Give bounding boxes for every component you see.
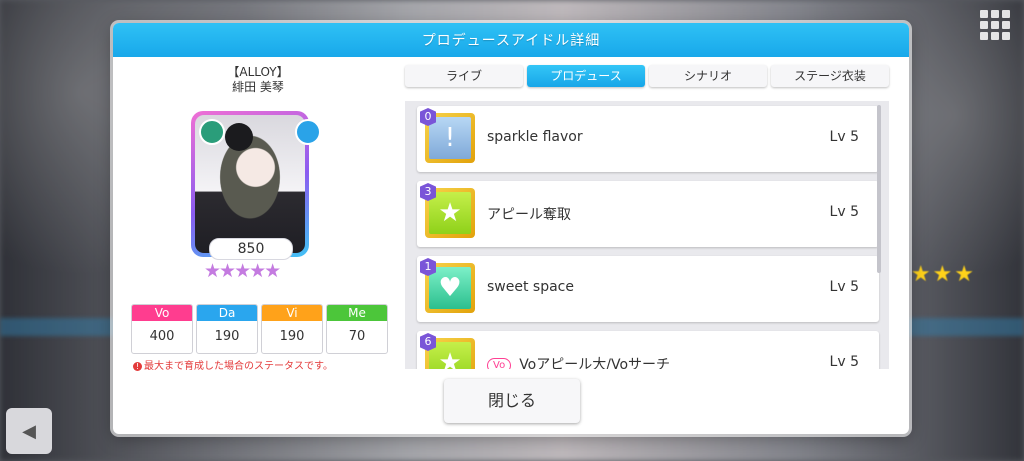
stat-label: Da: [197, 305, 257, 321]
skill-level: Lv 5: [829, 354, 859, 369]
scrollbar[interactable]: [877, 105, 881, 273]
skill-name: アピール奪取: [487, 207, 571, 223]
skill-list[interactable]: ! 0 sparkle flavor Lv 5 ★ 3 アピール奪取 Lv 5 …: [405, 101, 889, 369]
back-button[interactable]: ◀: [6, 408, 52, 454]
alert-icon: !: [133, 361, 142, 371]
star-icon: ★: [429, 192, 471, 234]
stat-label: Vo: [132, 305, 192, 321]
type-badge-icon: [295, 119, 321, 145]
menu-grid-icon[interactable]: [980, 10, 1010, 40]
dialog-title: プロデュースアイドル詳細: [421, 33, 601, 49]
skill-row[interactable]: ★ 3 アピール奪取 Lv 5: [417, 181, 879, 247]
skill-name: sweet space: [487, 279, 574, 295]
skill-number: 3: [420, 183, 436, 201]
stat-vo: Vo 400: [131, 304, 193, 354]
vo-tag: Vo: [487, 357, 512, 369]
stat-value: 400: [149, 329, 175, 344]
stat-label: Vi: [262, 305, 322, 321]
attribute-badge-icon: [199, 119, 225, 145]
background-stars: ★★★: [910, 262, 976, 287]
dialog-header: プロデュースアイドル詳細: [113, 23, 909, 57]
rank-stars: ★★★★★: [204, 260, 281, 282]
exclamation-icon: !: [429, 117, 471, 159]
skill-level: Lv 5: [829, 279, 859, 295]
idol-info: 【ALLOY】 緋田 美琴: [113, 65, 403, 95]
skill-level: Lv 5: [829, 204, 859, 220]
skill-name-text: Voアピール大/Voサーチ: [519, 357, 671, 369]
idol-name: 緋田 美琴: [232, 80, 284, 94]
idol-unit-label: 【ALLOY】: [227, 65, 289, 79]
tab-scenario[interactable]: シナリオ: [649, 65, 767, 87]
skill-row[interactable]: ★ 6 Vo Voアピール大/Voサーチ Lv 5: [417, 331, 879, 369]
stat-me: Me 70: [326, 304, 388, 354]
stat-value: 70: [348, 329, 366, 344]
idol-detail-dialog: プロデュースアイドル詳細 【ALLOY】 緋田 美琴 850 ★★★★★ Vo …: [113, 23, 909, 434]
tab-stage-costume[interactable]: ステージ衣装: [771, 65, 889, 87]
skill-name: sparkle flavor: [487, 129, 583, 145]
stat-value: 190: [279, 329, 305, 344]
heart-icon: ♥: [429, 267, 471, 309]
stats-table: Vo 400 Da 190 Vi 190 Me 70: [131, 304, 388, 354]
stat-value: 190: [214, 329, 240, 344]
tab-live[interactable]: ライブ: [405, 65, 523, 87]
skill-number: 1: [420, 258, 436, 276]
skill-number: 6: [420, 333, 436, 351]
stat-vi: Vi 190: [261, 304, 323, 354]
skill-name: Vo Voアピール大/Voサーチ: [487, 354, 670, 369]
tab-bar: ライブ プロデュース シナリオ ステージ衣装: [405, 65, 889, 87]
skill-number: 0: [420, 108, 436, 126]
tab-produce[interactable]: プロデュース: [527, 65, 645, 87]
stat-label: Me: [327, 305, 387, 321]
status-note-text: 最大まで育成した場合のステータスです。: [144, 361, 333, 372]
skill-row[interactable]: ♥ 1 sweet space Lv 5: [417, 256, 879, 322]
skill-row[interactable]: ! 0 sparkle flavor Lv 5: [417, 106, 879, 172]
skill-level: Lv 5: [829, 129, 859, 145]
status-note: ! 最大まで育成した場合のステータスです。: [133, 357, 333, 372]
back-arrow-icon: ◀: [22, 420, 36, 442]
stat-da: Da 190: [196, 304, 258, 354]
fan-count: 850: [209, 238, 293, 260]
close-button[interactable]: 閉じる: [444, 379, 580, 423]
